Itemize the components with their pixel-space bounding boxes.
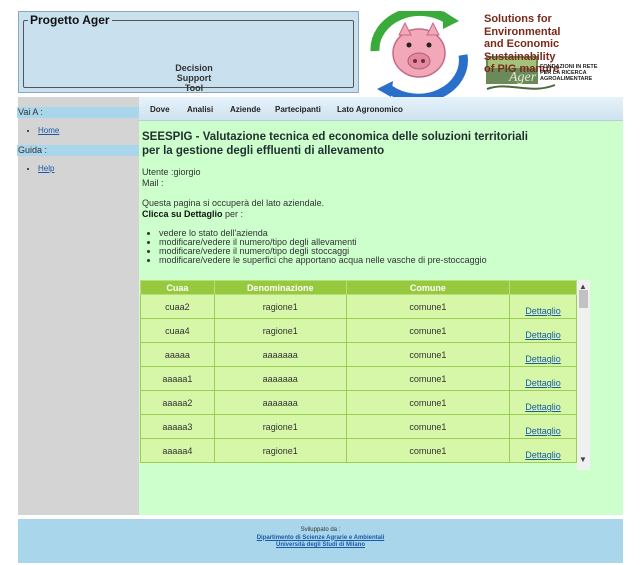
feature-item: modificare/vedere le superfici che appor… <box>159 256 487 265</box>
scroll-thumb[interactable] <box>579 290 588 308</box>
sidebar-item-home: Home <box>38 126 139 135</box>
cell-denominazione: ragione1 <box>213 318 347 343</box>
fondazioni-line: AGROALIMENTARE <box>540 76 593 82</box>
header-tagline: Decision Support Tool <box>154 63 234 93</box>
dettaglio-link[interactable]: Dettaglio <box>525 354 561 364</box>
aziende-table: Cuaa Denominazione Comune cuaa2 ragione1… <box>140 280 577 463</box>
cell-cuaa: aaaaa2 <box>140 390 215 415</box>
header-panel: Progetto Ager Decision Support Tool <box>18 11 359 93</box>
cell-cuaa: aaaaa <box>140 342 215 367</box>
brand-line: Solutions for Environmental <box>484 13 561 38</box>
page-title-line: per la gestione degli effluenti di allev… <box>142 145 385 157</box>
home-link[interactable]: Home <box>38 126 59 135</box>
footer: Sviluppato da : Dipartimento di Scienze … <box>18 519 623 563</box>
cell-comune: comune1 <box>345 318 511 343</box>
cell-denominazione: aaaaaaa <box>213 342 347 367</box>
page-title: SEESPIG - Valutazione tecnica ed economi… <box>142 130 612 158</box>
fondazioni-text: FONDAZIONI IN RETE PER LA RICERCA AGROAL… <box>540 64 622 82</box>
col-header-denominazione: Denominazione <box>213 280 347 295</box>
tagline-line: Support <box>176 73 212 83</box>
footer-univ-link[interactable]: Università degli Studi di Milano <box>276 542 365 548</box>
intro-bold: Clicca su Dettaglio <box>142 209 223 219</box>
main-content: Dove Analisi Aziende Partecipanti Lato A… <box>139 97 623 515</box>
sidebar-heading-guida: Guida : <box>17 145 139 156</box>
tagline-line: Tool <box>184 83 204 93</box>
intro-instruction: Clicca su Dettaglio per : <box>142 209 324 220</box>
user-mail: Mail : <box>142 178 164 188</box>
app-title: Progetto Ager <box>28 13 112 27</box>
cell-denominazione: aaaaaaa <box>213 390 347 415</box>
table-row: aaaaa4 ragione1 comune1 Dettaglio <box>140 438 577 463</box>
cell-action: Dettaglio <box>509 390 577 415</box>
cell-action: Dettaglio <box>509 414 577 439</box>
table-scrollbar[interactable]: ▲ ▼ <box>577 280 590 470</box>
page-title-line: SEESPIG - Valutazione tecnica ed economi… <box>142 131 528 143</box>
dettaglio-link[interactable]: Dettaglio <box>525 378 561 388</box>
seespig-logo-banner: Ager Solutions for Environmental and Eco… <box>359 11 623 97</box>
table-row: aaaaa2 aaaaaaa comune1 Dettaglio <box>140 390 577 415</box>
cell-comune: comune1 <box>345 390 511 415</box>
sidebar-heading-vai-a: Vai A : <box>17 107 139 118</box>
cell-cuaa: aaaaa1 <box>140 366 215 391</box>
aziende-table-container[interactable]: Cuaa Denominazione Comune cuaa2 ragione1… <box>140 280 590 470</box>
sidebar-list-vai-a: Home <box>18 126 139 135</box>
cell-cuaa: aaaaa4 <box>140 438 215 463</box>
cell-cuaa: aaaaa3 <box>140 414 215 439</box>
nav-analisi[interactable]: Analisi <box>187 105 213 114</box>
dettaglio-link[interactable]: Dettaglio <box>525 426 561 436</box>
nav-aziende[interactable]: Aziende <box>230 105 261 114</box>
table-row: aaaaa1 aaaaaaa comune1 Dettaglio <box>140 366 577 391</box>
footer-developed-by: Sviluppato da : <box>300 527 341 533</box>
intro-line: Questa pagina si occuperà del lato azien… <box>142 198 325 208</box>
nav-lato-agronomico[interactable]: Lato Agronomico <box>337 105 403 114</box>
nav-partecipanti[interactable]: Partecipanti <box>275 105 321 114</box>
cell-comune: comune1 <box>345 342 511 367</box>
sidebar: Vai A : Home Guida : Help <box>17 97 139 515</box>
table-row: cuaa2 ragione1 comune1 Dettaglio <box>140 294 577 319</box>
cell-action: Dettaglio <box>509 294 577 319</box>
help-link[interactable]: Help <box>38 164 54 173</box>
dettaglio-link[interactable]: Dettaglio <box>525 402 561 412</box>
cell-action: Dettaglio <box>509 318 577 343</box>
cell-cuaa: cuaa2 <box>140 294 215 319</box>
cell-denominazione: aaaaaaa <box>213 366 347 391</box>
top-navbar: Dove Analisi Aziende Partecipanti Lato A… <box>139 97 623 121</box>
header-fieldset: Progetto Ager Decision Support Tool <box>23 13 354 93</box>
cell-denominazione: ragione1 <box>213 414 347 439</box>
tagline-line: Decision <box>175 63 213 73</box>
intro-text: Questa pagina si occuperà del lato azien… <box>142 198 324 220</box>
scroll-down-icon[interactable]: ▼ <box>579 455 587 464</box>
col-header-actions <box>509 280 577 295</box>
user-info: Utente :giorgio Mail : <box>142 167 201 189</box>
cell-comune: comune1 <box>345 366 511 391</box>
cell-cuaa: cuaa4 <box>140 318 215 343</box>
dettaglio-link[interactable]: Dettaglio <box>525 330 561 340</box>
cell-comune: comune1 <box>345 294 511 319</box>
table-header-row: Cuaa Denominazione Comune <box>140 280 577 295</box>
cell-action: Dettaglio <box>509 342 577 367</box>
sidebar-list-guida: Help <box>18 164 139 173</box>
brand-line: and Economic Sustainability <box>484 38 560 63</box>
dettaglio-link[interactable]: Dettaglio <box>525 450 561 460</box>
col-header-cuaa: Cuaa <box>140 280 215 295</box>
cell-denominazione: ragione1 <box>213 294 347 319</box>
cell-action: Dettaglio <box>509 366 577 391</box>
feature-list: vedere lo stato dell'azienda modificare/… <box>159 229 487 265</box>
dettaglio-link[interactable]: Dettaglio <box>525 306 561 316</box>
sidebar-item-help: Help <box>38 164 139 173</box>
footer-dept-link[interactable]: Dipartimento di Scienze Agrarie e Ambien… <box>257 535 385 541</box>
cell-comune: comune1 <box>345 414 511 439</box>
cell-action: Dettaglio <box>509 438 577 463</box>
table-row: cuaa4 ragione1 comune1 Dettaglio <box>140 318 577 343</box>
col-header-comune: Comune <box>345 280 511 295</box>
cell-denominazione: ragione1 <box>213 438 347 463</box>
table-row: aaaaa aaaaaaa comune1 Dettaglio <box>140 342 577 367</box>
cell-comune: comune1 <box>345 438 511 463</box>
nav-dove[interactable]: Dove <box>150 105 170 114</box>
table-row: aaaaa3 ragione1 comune1 Dettaglio <box>140 414 577 439</box>
user-name: Utente :giorgio <box>142 167 201 177</box>
intro-rest: per : <box>222 209 244 219</box>
